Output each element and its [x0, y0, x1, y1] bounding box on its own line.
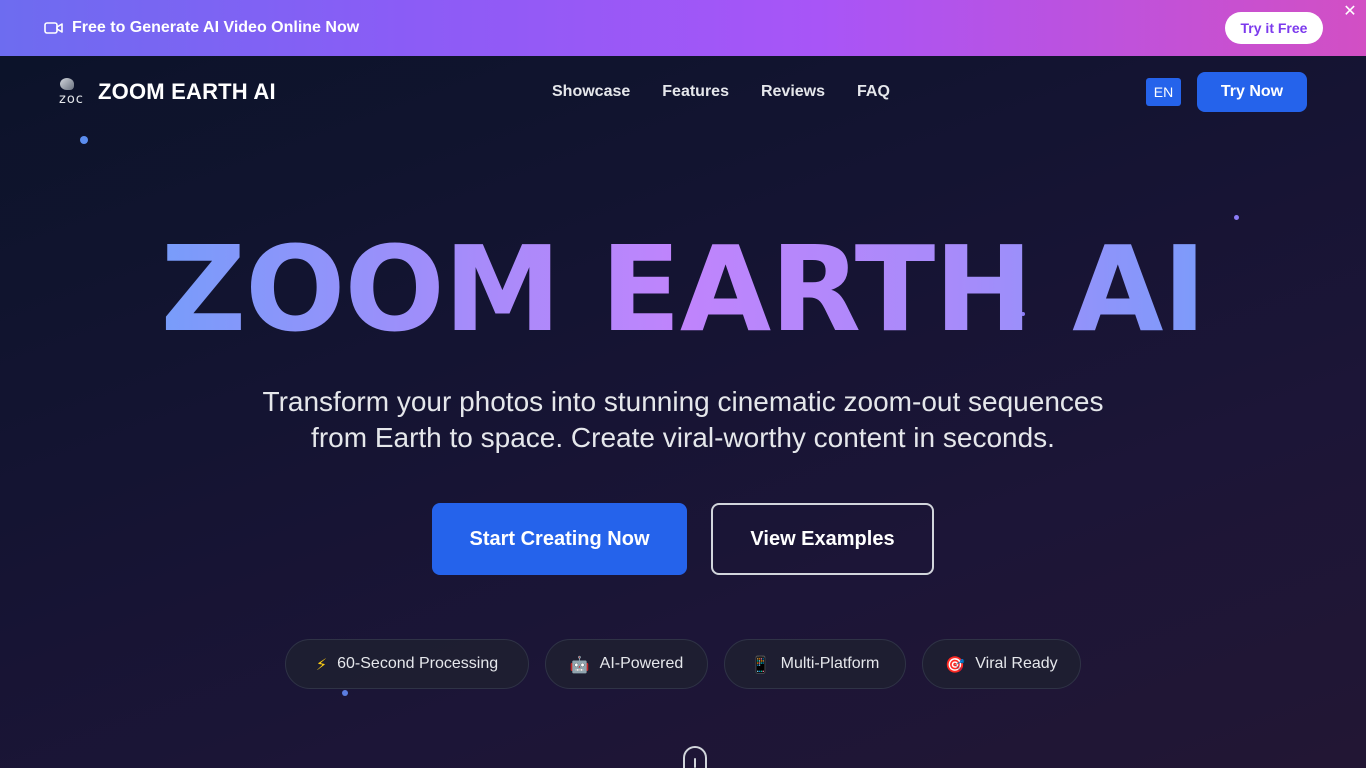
- hero-subtitle: Transform your photos into stunning cine…: [233, 384, 1133, 456]
- promo-text: Free to Generate AI Video Online Now: [72, 19, 360, 36]
- nav-link-faq[interactable]: FAQ: [857, 83, 890, 101]
- feature-pill-platform: 📱 Multi-Platform: [724, 639, 906, 689]
- logo-image-icon: [60, 78, 74, 90]
- feature-label: Viral Ready: [975, 655, 1058, 672]
- scroll-indicator-icon[interactable]: [683, 746, 707, 768]
- lightning-icon: ⚡: [315, 654, 328, 674]
- target-icon: 🎯: [945, 654, 966, 674]
- language-selector[interactable]: EN: [1146, 78, 1181, 106]
- decorative-dot: [1234, 215, 1239, 220]
- brand-name: ZOOM EARTH AI: [98, 79, 276, 104]
- hero-title: ZOOM EARTH AI: [0, 222, 1366, 356]
- phone-icon: 📱: [750, 654, 771, 674]
- try-now-button[interactable]: Try Now: [1197, 72, 1307, 112]
- nav-links: Showcase Features Reviews FAQ: [552, 56, 890, 128]
- feature-pill-viral: 🎯 Viral Ready: [922, 639, 1081, 689]
- start-creating-button[interactable]: Start Creating Now: [432, 503, 687, 575]
- decorative-dot: [80, 136, 88, 144]
- feature-label: AI-Powered: [599, 655, 684, 672]
- view-examples-button[interactable]: View Examples: [711, 503, 934, 575]
- hero-subtitle-line-1: Transform your photos into stunning cine…: [262, 386, 1104, 417]
- feature-label: 60-Second Processing: [337, 655, 499, 672]
- brand[interactable]: zoc ZOOM EARTH AI: [58, 76, 276, 108]
- nav-link-features[interactable]: Features: [662, 83, 729, 101]
- video-camera-icon: [44, 22, 63, 34]
- hero-subtitle-line-2: from Earth to space. Create viral-worthy…: [311, 422, 1055, 453]
- robot-icon: 🤖: [569, 654, 590, 674]
- try-it-free-button[interactable]: Try it Free: [1225, 12, 1323, 44]
- logo-alt-text: zoc: [59, 92, 84, 107]
- feature-pill-processing: ⚡ 60-Second Processing: [285, 639, 529, 689]
- feature-label: Multi-Platform: [780, 655, 880, 672]
- nav-link-showcase[interactable]: Showcase: [552, 83, 630, 101]
- nav-link-reviews[interactable]: Reviews: [761, 83, 825, 101]
- close-icon[interactable]: ✕: [1340, 2, 1360, 22]
- decorative-dot: [342, 690, 348, 696]
- promo-left: Free to Generate AI Video Online Now: [44, 0, 359, 56]
- navbar: zoc ZOOM EARTH AI Showcase Features Revi…: [0, 56, 1366, 128]
- logo: zoc: [58, 76, 90, 108]
- promo-banner: Free to Generate AI Video Online Now Try…: [0, 0, 1366, 56]
- feature-pill-ai: 🤖 AI-Powered: [545, 639, 708, 689]
